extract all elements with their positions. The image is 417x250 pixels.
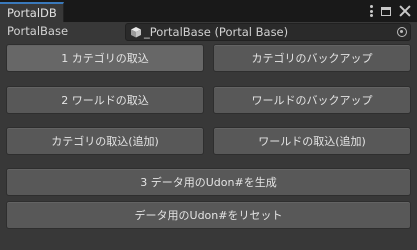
maximize-icon[interactable]	[381, 6, 391, 16]
portalbase-label: PortalBase	[7, 24, 69, 38]
backup-categories-button[interactable]: カテゴリのバックアップ	[213, 44, 411, 72]
import-categories-button[interactable]: 1 カテゴリの取込	[6, 44, 204, 72]
backup-worlds-button[interactable]: ワールドのバックアップ	[213, 86, 411, 114]
more-options-icon[interactable]	[370, 5, 373, 17]
generate-udon-button[interactable]: 3 データ用のUdon#を生成	[6, 168, 411, 196]
close-icon[interactable]	[399, 5, 411, 17]
tab-bar: PortalDB	[0, 0, 417, 22]
reset-udon-button[interactable]: データ用のUdon#をリセット	[6, 201, 411, 229]
import-worlds-append-button[interactable]: ワールドの取込(追加)	[213, 127, 411, 155]
portalbase-object-field[interactable]: _PortalBase (Portal Base)	[125, 23, 411, 41]
tab-title: PortalDB	[7, 6, 57, 20]
portaldb-window: PortalDB PortalBase _PortalBase (Portal …	[0, 0, 417, 250]
window-controls	[370, 3, 411, 19]
portalbase-value: _PortalBase (Portal Base)	[144, 25, 289, 39]
object-picker-icon[interactable]	[397, 27, 407, 37]
portalbase-field-row: PortalBase _PortalBase (Portal Base)	[0, 23, 417, 41]
tab-portaldb[interactable]: PortalDB	[0, 2, 64, 22]
import-categories-append-button[interactable]: カテゴリの取込(追加)	[6, 127, 204, 155]
import-worlds-button[interactable]: 2 ワールドの取込	[6, 86, 204, 114]
cube-icon	[131, 27, 141, 38]
